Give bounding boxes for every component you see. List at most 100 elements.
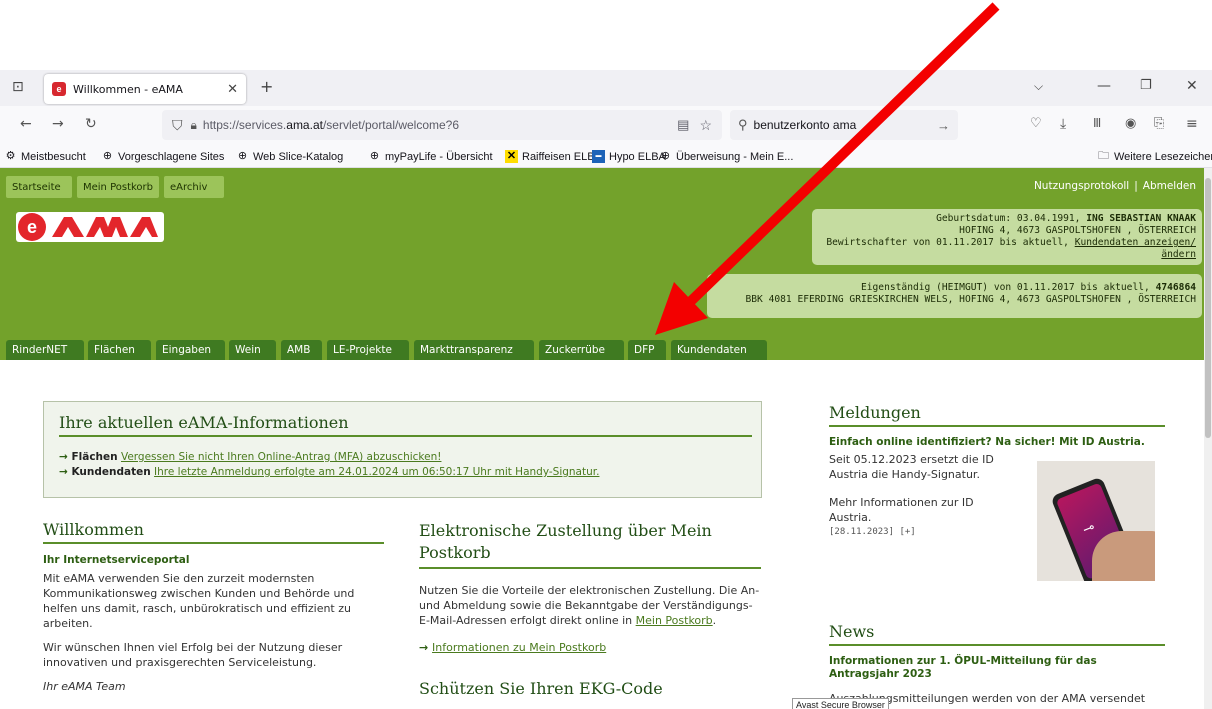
- globe-icon: ⊕: [369, 150, 380, 162]
- menu-icon[interactable]: ≡: [1186, 116, 1198, 132]
- shield-icon[interactable]: ⛉: [172, 117, 183, 134]
- page-scrollbar[interactable]: [1204, 168, 1212, 709]
- tab-zuckerruebe[interactable]: Zuckerrübe: [539, 340, 624, 360]
- eama-logo[interactable]: e: [16, 212, 164, 242]
- tab-kundendaten[interactable]: Kundendaten: [671, 340, 767, 360]
- url-suffix: /servlet/portal/welcome?6: [322, 118, 460, 132]
- news-title: News: [829, 622, 1165, 646]
- tab-flaechen[interactable]: Flächen: [88, 340, 151, 360]
- url-bar[interactable]: ⛉ 🔒︎ https://services. ama.at/servlet/por…: [162, 110, 722, 140]
- tab-le-projekte[interactable]: LE-Projekte: [327, 340, 409, 360]
- farm-info-box: Eigenständig (HEIMGUT) von 01.11.2017 bi…: [707, 274, 1202, 318]
- header-right-links: Nutzungsprotokoll | Abmelden: [1034, 180, 1196, 192]
- pocket-icon[interactable]: ♡: [1030, 116, 1042, 131]
- abmelden-link[interactable]: Abmelden: [1143, 180, 1196, 192]
- minimize-icon[interactable]: —: [1097, 78, 1111, 94]
- eama-header: Startseite Mein Postkorb eArchiv Nutzung…: [0, 168, 1204, 360]
- meldungen-text2: Mehr Informationen zur ID Austria.: [829, 496, 974, 524]
- welcome-section: Willkommen Ihr Internetserviceportal Mit…: [43, 520, 384, 694]
- tab-dfp[interactable]: DFP: [628, 340, 666, 360]
- nutzungsprotokoll-link[interactable]: Nutzungsprotokoll: [1034, 180, 1129, 192]
- bookmark-label: Meistbesucht: [21, 150, 86, 163]
- nav-earchiv[interactable]: eArchiv: [164, 176, 224, 198]
- nav-postkorb[interactable]: Mein Postkorb: [77, 176, 159, 198]
- tab-overview-icon[interactable]: ⊡: [12, 79, 24, 95]
- scrollbar-thumb[interactable]: [1205, 178, 1211, 438]
- bookmark-paylife[interactable]: ⊕ myPayLife - Übersicht: [368, 150, 493, 163]
- id-austria-image: ⊸: [1037, 461, 1155, 581]
- info-link-login[interactable]: Ihre letzte Anmeldung erfolgte am 24.01.…: [154, 466, 599, 478]
- reader-view-icon[interactable]: ▤: [677, 117, 689, 133]
- info-link-mfa[interactable]: Vergessen Sie nicht Ihren Online-Antrag …: [121, 451, 441, 463]
- zustellung-text-end: .: [712, 614, 717, 627]
- info-title: Ihre aktuellen eAMA-Informationen: [59, 413, 752, 437]
- postkorb-link[interactable]: Mein Postkorb: [636, 614, 713, 627]
- meldungen-headline[interactable]: Einfach online identifiziert? Na sicher!…: [829, 436, 1165, 448]
- tab-wein[interactable]: Wein: [229, 340, 276, 360]
- globe-icon: ⊕: [237, 150, 248, 162]
- bookmark-hypo[interactable]: ▬ Hypo ELBA: [592, 150, 666, 163]
- kundendaten-link[interactable]: Kundendaten anzeigen/ändern: [1075, 237, 1196, 260]
- bookmark-webslice[interactable]: ⊕ Web Slice-Katalog: [236, 150, 343, 163]
- news-headline[interactable]: Informationen zur 1. ÖPUL-Mitteilung für…: [829, 655, 1165, 681]
- arrow-icon: →: [59, 451, 72, 463]
- nav-startseite[interactable]: Startseite: [6, 176, 72, 198]
- bookmark-ueberweisung[interactable]: ⊕ Überweisung - Mein E...: [659, 150, 794, 163]
- welcome-p1: Mit eAMA verwenden Sie den zurzeit moder…: [43, 572, 355, 630]
- extensions-icon[interactable]: ⎘: [1154, 116, 1164, 131]
- user-name: ING SEBASTIAN KNAAK: [1086, 213, 1196, 224]
- farm-number: 4746864: [1155, 282, 1196, 293]
- welcome-subtitle: Ihr Internetserviceportal: [43, 554, 190, 566]
- farm-status-text: Eigenständig (HEIMGUT) von 01.11.2017 bi…: [860, 282, 1156, 293]
- bookmark-label: Raiffeisen ELBA: [522, 150, 602, 163]
- restore-icon[interactable]: ❐: [1140, 78, 1152, 93]
- postkorb-info-link[interactable]: Informationen zu Mein Postkorb: [432, 641, 606, 654]
- bookmark-raiffeisen[interactable]: ✕ Raiffeisen ELBA: [505, 150, 602, 163]
- back-icon[interactable]: ←: [20, 116, 32, 132]
- new-tab-button[interactable]: +: [260, 77, 273, 96]
- hypo-icon: ▬: [592, 150, 605, 163]
- arrow-icon: →: [59, 466, 72, 478]
- farm-address: BBK 4081 EFERDING GRIESKIRCHEN WELS, HOF…: [745, 294, 1196, 305]
- lock-icon[interactable]: 🔒︎: [191, 118, 197, 133]
- library-icon[interactable]: Ⅲ: [1093, 116, 1101, 130]
- search-go-icon[interactable]: →: [937, 118, 950, 133]
- bookmark-label: Web Slice-Katalog: [253, 150, 344, 163]
- bookmark-vorgeschlagene[interactable]: ⊕ Vorgeschlagene Sites: [101, 150, 225, 163]
- search-input[interactable]: benutzerkonto ama: [754, 118, 857, 132]
- search-bar[interactable]: ⚲ benutzerkonto ama →: [730, 110, 958, 140]
- browser-navbar: ← → ↻ ⛉ 🔒︎ https://services. ama.at/servl…: [0, 106, 1212, 146]
- globe-icon: ⊕: [102, 150, 113, 162]
- info-item: → Flächen Vergessen Sie nicht Ihren Onli…: [59, 450, 599, 465]
- tab-list-icon[interactable]: ⌵: [1034, 79, 1043, 94]
- bookmark-label: Weitere Lesezeichen: [1114, 150, 1212, 163]
- account-icon[interactable]: ◉: [1125, 116, 1136, 131]
- bookmark-more[interactable]: 🗀︎ Weitere Lesezeichen: [1097, 150, 1212, 163]
- browser-tab-active[interactable]: e Willkommen - eAMA ✕: [44, 74, 246, 104]
- zustellung-title: Elektronische Zustellung über Mein Postk…: [419, 520, 761, 569]
- tab-markttransparenz[interactable]: Markttransparenz: [414, 340, 534, 360]
- welcome-p2: Wir wünschen Ihnen viel Erfolg bei der N…: [43, 641, 343, 669]
- url-domain: ama.at: [286, 118, 323, 132]
- gear-icon: ⚙: [5, 150, 16, 162]
- logo-e-icon: e: [18, 213, 46, 241]
- welcome-sign: Ihr eAMA Team: [43, 680, 126, 693]
- tab-eingaben[interactable]: Eingaben: [156, 340, 225, 360]
- tab-rindernet[interactable]: RinderNET: [6, 340, 84, 360]
- separator: |: [1134, 180, 1138, 192]
- bookmark-star-icon[interactable]: ☆: [699, 117, 712, 134]
- folder-icon: 🗀︎: [1098, 150, 1109, 162]
- bookmark-label: Überweisung - Mein E...: [676, 150, 794, 163]
- bookmark-label: Vorgeschlagene Sites: [118, 150, 225, 163]
- reload-icon[interactable]: ↻: [85, 116, 97, 132]
- meldungen-text: Seit 05.12.2023 ersetzt die ID Austria d…: [829, 453, 994, 481]
- meldungen-title: Meldungen: [829, 403, 1165, 427]
- window-close-icon[interactable]: ✕: [1186, 78, 1198, 94]
- hand-shape: [1092, 531, 1155, 581]
- bookmark-meistbesucht[interactable]: ⚙ Meistbesucht: [4, 150, 86, 163]
- forward-icon[interactable]: →: [52, 116, 64, 132]
- tab-amb[interactable]: AMB: [281, 340, 322, 360]
- status-tooltip: Avast Secure Browser: [792, 698, 889, 709]
- close-tab-icon[interactable]: ✕: [227, 82, 238, 97]
- downloads-icon[interactable]: ⤓: [1060, 116, 1066, 132]
